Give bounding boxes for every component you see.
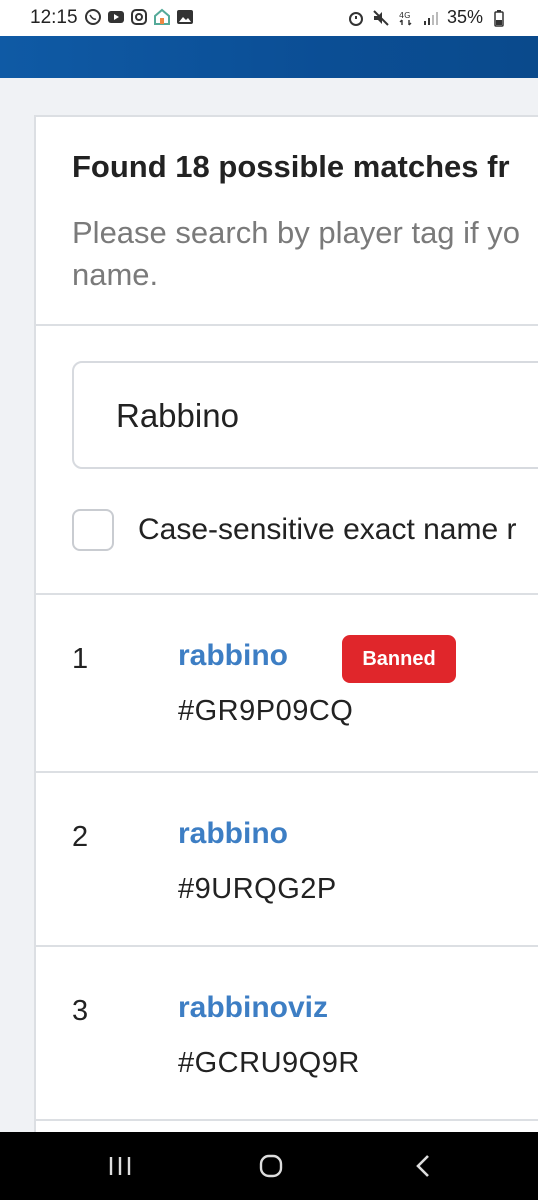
result-row[interactable]: 2 rabbino #9URQG2P (36, 771, 538, 945)
youtube-icon (108, 11, 124, 23)
whatsapp-icon (85, 9, 101, 25)
exact-match-checkbox[interactable] (72, 509, 114, 551)
result-row[interactable]: 3 rabbinoviz #GCRU9Q9R (36, 945, 538, 1119)
results-card: Found 18 possible matches fr Please sear… (34, 115, 538, 1145)
player-search-input[interactable]: Rabbino (72, 361, 538, 469)
results-hint: Please search by player tag if yo name. (72, 212, 538, 296)
divider (36, 1119, 538, 1121)
battery-percent: 35% (446, 7, 483, 27)
player-tag: #GR9P09CQ (178, 695, 354, 727)
results-hint-line1: Please search by player tag if yo (72, 215, 521, 250)
mute-icon (373, 9, 389, 26)
results-hint-line2: name. (72, 257, 159, 292)
back-button[interactable] (403, 1150, 443, 1182)
svg-text:4G: 4G (399, 11, 410, 20)
player-name-link[interactable]: rabbino (178, 639, 288, 673)
battery-icon (494, 9, 504, 27)
divider (36, 324, 538, 326)
player-tag: #9URQG2P (178, 873, 337, 905)
banned-badge: Banned (342, 635, 456, 683)
notification-icons (84, 8, 194, 26)
back-icon (416, 1155, 429, 1177)
signal-icon (423, 11, 438, 25)
navigation-bar (0, 1132, 538, 1200)
home-app-icon (154, 8, 170, 25)
results-title: Found 18 possible matches fr (72, 149, 510, 184)
app-header (0, 36, 538, 78)
status-bar: 12:15 4G 35% (0, 0, 538, 36)
alarm-icon (348, 11, 363, 26)
system-status: 4G 35% (347, 7, 508, 28)
recents-button[interactable] (100, 1150, 140, 1182)
result-row[interactable]: 1 rabbino Banned #GR9P09CQ (36, 593, 538, 767)
gallery-icon (177, 10, 193, 24)
home-icon (259, 1154, 283, 1178)
home-button[interactable] (251, 1150, 291, 1182)
player-tag: #GCRU9Q9R (178, 1047, 360, 1079)
result-index: 3 (72, 995, 89, 1027)
player-name-link[interactable]: rabbino (178, 817, 288, 851)
4g-icon: 4G (399, 11, 412, 25)
result-index: 2 (72, 821, 89, 853)
status-time: 12:15 (30, 7, 78, 28)
exact-match-label[interactable]: Case-sensitive exact name r (138, 513, 517, 547)
recents-icon (109, 1157, 131, 1175)
search-input-value: Rabbino (116, 397, 239, 434)
player-name-link[interactable]: rabbinoviz (178, 991, 328, 1025)
result-index: 1 (72, 643, 89, 675)
instagram-icon (131, 9, 147, 25)
